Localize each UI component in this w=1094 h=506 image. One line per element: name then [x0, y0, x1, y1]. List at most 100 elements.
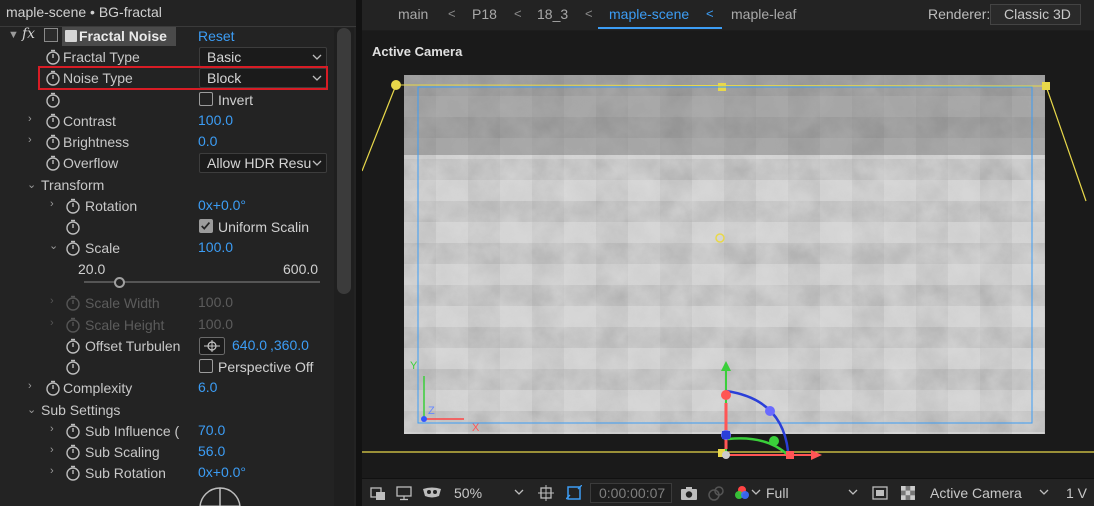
tab-18-3[interactable]: 18_3: [537, 6, 568, 22]
effect-enable-toggle[interactable]: [44, 28, 58, 42]
sub-rotation-label: Sub Rotation: [85, 465, 166, 481]
camera-snapshot-icon[interactable]: [680, 485, 698, 501]
contrast-value[interactable]: 100.0: [198, 112, 233, 128]
stopwatch-icon[interactable]: [45, 49, 61, 65]
sub-settings-group-row[interactable]: ⌄ Sub Settings: [0, 400, 334, 421]
stopwatch-icon[interactable]: [65, 219, 81, 235]
sub-influence-row: › Sub Influence ( 70.0: [0, 421, 334, 442]
scale-height-row: › Scale Height 100.0: [0, 315, 334, 336]
scale-value[interactable]: 100.0: [198, 239, 233, 255]
chevron-down-icon[interactable]: [514, 488, 524, 496]
transform-group-row[interactable]: ⌄ Transform: [0, 175, 334, 196]
sub-scaling-value[interactable]: 56.0: [198, 443, 225, 459]
highlight-box: [38, 66, 328, 90]
view-layout-dropdown[interactable]: 1 V: [1066, 485, 1087, 501]
stopwatch-icon[interactable]: [65, 338, 81, 354]
brightness-label: Brightness: [63, 134, 130, 150]
chevron-down-icon[interactable]: [751, 488, 761, 496]
chevron-down-icon[interactable]: [1039, 488, 1049, 496]
sub-settings-label: Sub Settings: [41, 402, 121, 418]
fast-previews-icon[interactable]: [872, 485, 888, 501]
panel-scrollbar[interactable]: [334, 28, 354, 506]
chevron-down-icon: [312, 54, 322, 60]
stopwatch-icon[interactable]: [65, 240, 81, 256]
brightness-value[interactable]: 0.0: [198, 133, 217, 149]
uniform-scaling-checkbox[interactable]: [199, 219, 213, 233]
toggle-transparency-grid-icon[interactable]: [900, 485, 916, 501]
composition-viewer[interactable]: Active Camera Y Z X: [362, 31, 1094, 478]
effect-name-header[interactable]: Fractal Noise: [62, 27, 176, 46]
svg-text:Z: Z: [428, 405, 435, 417]
stopwatch-icon[interactable]: [65, 465, 81, 481]
fx-icon[interactable]: fx: [22, 26, 35, 42]
scrollbar-thumb[interactable]: [337, 28, 351, 294]
offset-turbulence-row: Offset Turbulen 640.0 ,360.0: [0, 336, 334, 357]
stopwatch-icon[interactable]: [65, 444, 81, 460]
show-snapshot-icon[interactable]: [708, 485, 724, 501]
viewer-toolbar: 50% 0:00:00:07 Full Active Camera 1 V: [362, 478, 1094, 506]
contrast-row: › Contrast 100.0: [0, 111, 334, 132]
svg-text:X: X: [472, 422, 480, 434]
chevron-down-icon: [312, 160, 322, 166]
offset-x-value[interactable]: 640.0: [232, 337, 267, 353]
collapse-chevron-icon[interactable]: ⌄: [49, 239, 58, 252]
chevron-left-icon: <: [448, 6, 456, 21]
overflow-dropdown[interactable]: Allow HDR Resu: [199, 153, 327, 173]
chevron-down-icon[interactable]: [848, 488, 858, 496]
reset-link[interactable]: Reset: [198, 28, 235, 44]
perspective-offset-checkbox[interactable]: [199, 359, 213, 373]
mask-visibility-icon[interactable]: [422, 485, 442, 501]
expand-chevron-icon[interactable]: ›: [50, 465, 54, 477]
renderer-button[interactable]: Classic 3D: [990, 4, 1081, 25]
tab-p18[interactable]: P18: [472, 6, 497, 22]
expand-chevron-icon[interactable]: ›: [50, 423, 54, 435]
offset-y-value[interactable]: ,360.0: [270, 337, 309, 353]
tab-main[interactable]: main: [398, 6, 428, 22]
grid-guides-icon[interactable]: [538, 485, 554, 501]
stopwatch-icon[interactable]: [65, 423, 81, 439]
channel-rgb-icon[interactable]: [734, 485, 750, 501]
region-of-interest-icon[interactable]: [370, 485, 386, 501]
overflow-row: Overflow Allow HDR Resu: [0, 153, 334, 174]
effect-header-row: ▼ fx Fractal Noise Reset: [0, 26, 334, 47]
sub-scaling-row: › Sub Scaling 56.0: [0, 442, 334, 463]
complexity-row: › Complexity 6.0: [0, 378, 334, 399]
tab-maple-scene[interactable]: maple-scene: [609, 6, 689, 22]
stopwatch-icon[interactable]: [45, 113, 61, 129]
uniform-scaling-row: Uniform Scalin: [0, 217, 334, 238]
expand-chevron-icon[interactable]: ▼: [8, 29, 19, 41]
active-camera-dropdown[interactable]: Active Camera: [930, 485, 1022, 501]
resolution-dropdown[interactable]: Full: [766, 485, 789, 501]
stopwatch-icon[interactable]: [65, 359, 81, 375]
invert-checkbox[interactable]: [199, 92, 213, 106]
crosshair-target-icon[interactable]: [199, 337, 225, 355]
stopwatch-icon[interactable]: [45, 380, 61, 396]
scale-slider-knob[interactable]: [114, 277, 125, 288]
scale-slider-row: 20.0 600.0: [0, 260, 334, 290]
expand-chevron-icon[interactable]: ›: [28, 113, 32, 125]
expand-chevron-icon[interactable]: ›: [28, 380, 32, 392]
expand-chevron-icon[interactable]: ›: [50, 198, 54, 210]
expand-chevron-icon[interactable]: ›: [28, 134, 32, 146]
collapse-chevron-icon[interactable]: ⌄: [27, 403, 36, 416]
timecode-field[interactable]: 0:00:00:07: [590, 483, 672, 503]
zoom-dropdown[interactable]: 50%: [454, 485, 482, 501]
rotation-value[interactable]: 0x+0.0°: [198, 197, 246, 213]
sub-influence-value[interactable]: 70.0: [198, 422, 225, 438]
transparency-grid-icon[interactable]: [566, 485, 582, 501]
fractal-type-dropdown[interactable]: Basic: [199, 47, 327, 67]
scale-height-label: Scale Height: [85, 317, 165, 333]
rotation-dial-icon[interactable]: [196, 484, 244, 506]
stopwatch-icon[interactable]: [65, 198, 81, 214]
sub-rotation-value[interactable]: 0x+0.0°: [198, 464, 246, 480]
expand-chevron-icon[interactable]: ›: [50, 444, 54, 456]
display-icon[interactable]: [396, 485, 412, 501]
fractal-type-label: Fractal Type: [63, 49, 140, 65]
complexity-value[interactable]: 6.0: [198, 379, 217, 395]
stopwatch-icon[interactable]: [45, 155, 61, 171]
stopwatch-icon[interactable]: [45, 134, 61, 150]
stopwatch-icon[interactable]: [45, 92, 61, 108]
uniform-scaling-label: Uniform Scalin: [218, 219, 310, 235]
collapse-chevron-icon[interactable]: ⌄: [27, 178, 36, 191]
tab-maple-leaf[interactable]: maple-leaf: [731, 6, 796, 22]
